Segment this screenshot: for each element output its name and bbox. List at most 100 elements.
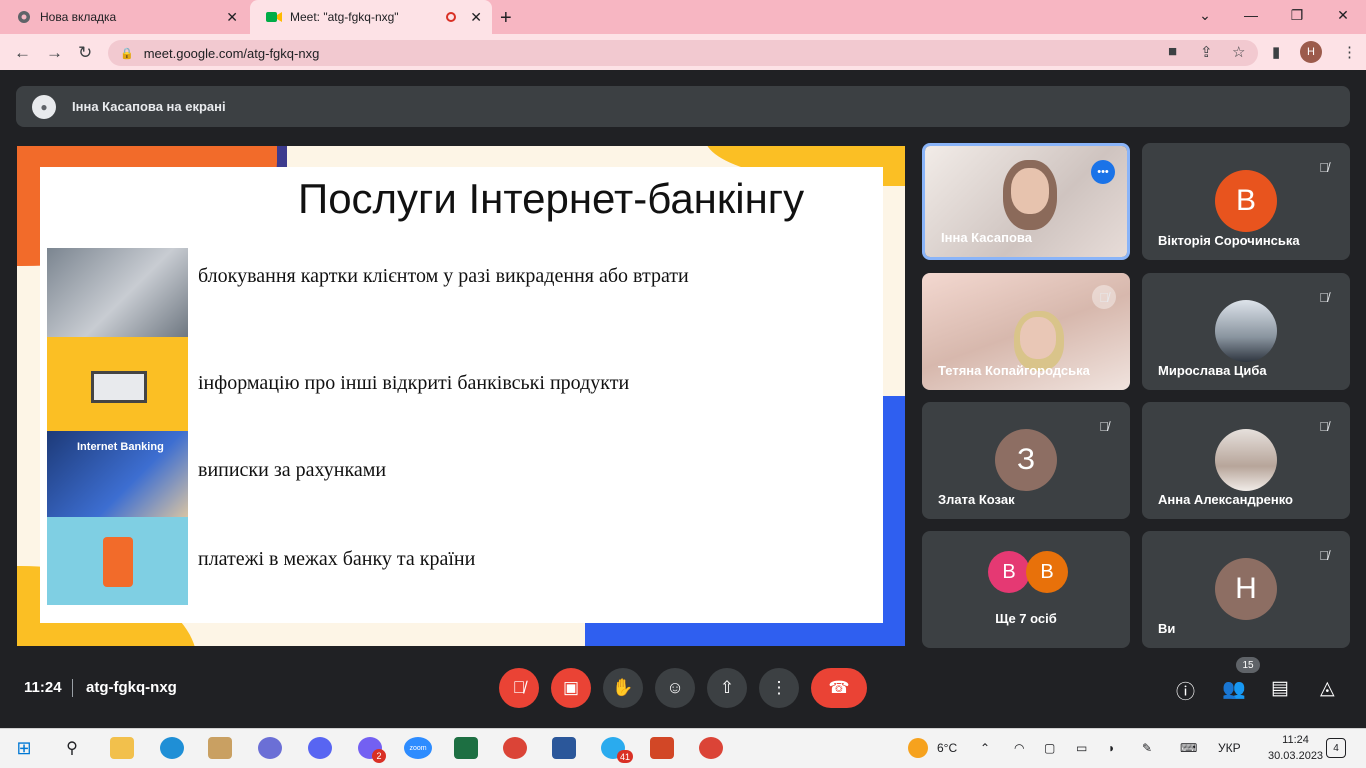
camera-off-icon: ▣: [562, 678, 580, 697]
lock-icon: 🔒: [120, 47, 134, 60]
search-icon[interactable]: ⚲: [60, 737, 84, 759]
clock-time: 11:24: [1282, 734, 1309, 746]
participant-tile-viktoriia[interactable]: 🎙̸ В Вікторія Сорочинська: [1142, 143, 1350, 260]
participant-name: Злата Козак: [938, 492, 1015, 507]
activities-icon[interactable]: ◬: [1320, 677, 1335, 700]
new-tab-button[interactable]: +: [500, 7, 512, 30]
present-icon: ⇧: [719, 678, 735, 697]
participant-name: Анна Александренко: [1158, 492, 1293, 507]
mic-toggle-button[interactable]: 🎙̸: [499, 668, 539, 708]
screen-icon[interactable]: ▢: [1044, 741, 1055, 755]
pen-icon[interactable]: ✎: [1142, 741, 1152, 755]
clock-date: 30.03.2023: [1268, 750, 1324, 762]
present-screen-button[interactable]: ⇧: [707, 668, 747, 708]
minimize-button[interactable]: —: [1228, 0, 1274, 30]
paint-icon[interactable]: [208, 737, 232, 759]
edge-icon[interactable]: [160, 737, 184, 759]
copilot-icon[interactable]: [258, 737, 282, 759]
meeting-info-icon[interactable]: ⓘ: [1176, 677, 1195, 704]
weather-temp[interactable]: 6°C: [937, 741, 957, 755]
people-icon[interactable]: 👥: [1222, 677, 1246, 701]
slide-image-card: [47, 248, 188, 337]
slide-card: Послуги Інтернет-банкінгу Internet Banki…: [40, 167, 883, 623]
participant-name: Мирослава Циба: [1158, 363, 1267, 378]
chrome-icon[interactable]: [503, 737, 527, 759]
forward-button[interactable]: →: [46, 43, 63, 63]
participant-avatar: [1215, 429, 1277, 491]
participant-name: Вікторія Сорочинська: [1158, 233, 1300, 248]
participant-name: Інна Касапова: [941, 230, 1032, 245]
meet-icon: [266, 9, 282, 25]
tab-search-icon[interactable]: ⌄: [1182, 0, 1228, 30]
discord-icon[interactable]: [308, 737, 332, 759]
volume-icon[interactable]: ◗: [1108, 741, 1115, 755]
system-clock[interactable]: 11:24 30.03.2023: [1268, 732, 1323, 764]
slide-title: Послуги Інтернет-банкінгу: [298, 175, 805, 222]
camera-toggle-button[interactable]: ▣: [551, 668, 591, 708]
raise-hand-button[interactable]: ✋: [603, 668, 643, 708]
slide-item: виписки за рахунками: [198, 459, 387, 481]
participant-tile-self[interactable]: 🎙̸ Н Ви: [1142, 531, 1350, 648]
mic-off-icon: 🎙̸: [1319, 289, 1329, 305]
powerpoint-icon[interactable]: [650, 737, 674, 759]
mic-off-icon: 🎙̸: [1319, 547, 1329, 563]
viber-badge: 2: [372, 749, 386, 763]
word-icon[interactable]: [552, 737, 576, 759]
windows-start-icon[interactable]: ⊞: [12, 737, 36, 759]
reactions-button[interactable]: ☺: [655, 668, 695, 708]
more-options-button[interactable]: ⋮: [759, 668, 799, 708]
keyboard-icon[interactable]: ⌨: [1180, 741, 1197, 755]
meeting-time: 11:24: [24, 679, 62, 696]
restore-button[interactable]: ❐: [1274, 0, 1320, 30]
close-window-button[interactable]: ✕: [1320, 0, 1366, 30]
tab-new-tab[interactable]: Нова вкладка ✕: [0, 0, 248, 34]
zoom-icon[interactable]: zoom: [404, 737, 432, 759]
close-icon[interactable]: ✕: [226, 9, 238, 26]
chat-icon[interactable]: ▤: [1271, 677, 1289, 700]
close-icon[interactable]: ✕: [470, 9, 482, 26]
meeting-code: atg-fgkq-nxg: [86, 679, 177, 696]
participant-tile-anna[interactable]: 🎙̸ Анна Александренко: [1142, 402, 1350, 519]
back-button[interactable]: ←: [14, 43, 31, 63]
menu-icon[interactable]: ⋮: [1342, 43, 1357, 61]
network-icon[interactable]: ▭: [1076, 741, 1087, 755]
slide-image-internet-banking: Internet Banking: [47, 431, 188, 517]
phone-hangup-icon: ☎: [828, 678, 850, 697]
participant-avatar: В: [1026, 551, 1068, 593]
notifications-icon[interactable]: 4: [1326, 738, 1346, 758]
slide-item: інформацію про інші відкриті банківські …: [198, 372, 630, 394]
participant-name: Ви: [1158, 621, 1176, 636]
speaking-indicator-icon: •••: [1091, 160, 1115, 184]
shared-screen: Послуги Інтернет-банкінгу Internet Banki…: [17, 146, 905, 646]
participant-tile-others[interactable]: В В Ще 7 осіб: [922, 531, 1130, 648]
language-indicator[interactable]: УКР: [1218, 741, 1241, 755]
participant-tile-tetiana[interactable]: 🎙̸ Тетяна Копайгородська: [922, 273, 1130, 390]
participant-tile-zlata[interactable]: 🎙̸ З Злата Козак: [922, 402, 1130, 519]
chrome-profile-icon[interactable]: [699, 737, 723, 759]
telegram-icon[interactable]: 41: [601, 737, 633, 763]
wifi-icon[interactable]: ◠: [1014, 741, 1024, 755]
side-panel-icon[interactable]: ▮: [1272, 43, 1280, 61]
participant-tile-inna[interactable]: ••• Інна Касапова: [922, 143, 1130, 260]
file-explorer-icon[interactable]: [110, 737, 134, 759]
weather-icon[interactable]: [908, 738, 928, 758]
participant-tile-myroslava[interactable]: 🎙̸ Мирослава Циба: [1142, 273, 1350, 390]
recording-icon: [446, 12, 456, 22]
bookmark-star-icon[interactable]: ☆: [1232, 43, 1245, 61]
slide-item: блокування картки клієнтом у разі викрад…: [198, 265, 689, 287]
windows-taskbar: [0, 728, 1366, 768]
address-bar[interactable]: 🔒 meet.google.com/atg-fgkq-nxg: [108, 40, 1258, 66]
viber-icon[interactable]: 2: [358, 737, 386, 763]
participant-avatar: [1215, 300, 1277, 362]
excel-icon[interactable]: [454, 737, 478, 759]
browser-tab-bar: Нова вкладка ✕ Meet: "atg-fgkq-nxg" ✕ + …: [0, 0, 1366, 34]
chevron-up-icon[interactable]: ⌃: [980, 741, 990, 755]
mic-off-icon: 🎙̸: [1099, 418, 1109, 434]
profile-avatar[interactable]: Н: [1300, 41, 1322, 63]
reload-button[interactable]: ↻: [78, 43, 92, 63]
share-icon[interactable]: ⇪: [1200, 43, 1213, 61]
tab-meet[interactable]: Meet: "atg-fgkq-nxg" ✕: [250, 0, 492, 34]
leave-call-button[interactable]: ☎: [811, 668, 867, 708]
participant-avatar: З: [995, 429, 1057, 491]
camera-icon[interactable]: ■: [1168, 43, 1177, 60]
